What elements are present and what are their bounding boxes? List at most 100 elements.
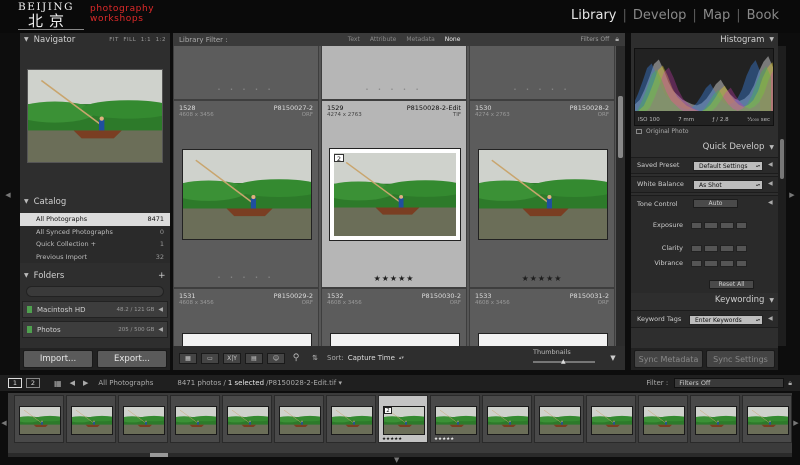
- original-photo-checkbox[interactable]: [636, 129, 642, 134]
- filmstrip-thumb[interactable]: [14, 395, 64, 443]
- grid-cell[interactable]: 1531 P8150029-2 4608 x 3456 ORF: [173, 288, 319, 346]
- drive-item[interactable]: Photos 205 / 500 GB ◀: [22, 321, 168, 338]
- filmstrip-thumb[interactable]: [326, 395, 376, 443]
- exposure-steppers[interactable]: [691, 222, 747, 229]
- expand-triangle-icon[interactable]: ◀: [768, 199, 773, 206]
- catalog-item[interactable]: All Synced Photographs 0: [20, 225, 170, 238]
- forward-arrow-icon[interactable]: ▶: [83, 379, 88, 387]
- filmstrip-right-arrow-icon[interactable]: ▶: [792, 395, 800, 450]
- filmstrip-thumbnail[interactable]: [539, 406, 581, 435]
- grid-scrollbar[interactable]: [616, 46, 625, 346]
- star-rating[interactable]: ★★★★★: [322, 274, 466, 283]
- filmstrip-thumb[interactable]: [222, 395, 272, 443]
- grid-view-icon[interactable]: ▦: [179, 352, 197, 364]
- star-rating[interactable]: ★★★★★: [470, 274, 614, 283]
- grid-cell-partial[interactable]: • • • • •: [173, 46, 319, 100]
- filmstrip-thumb[interactable]: [274, 395, 324, 443]
- filmstrip-toggle-icon[interactable]: ▼: [394, 456, 399, 464]
- zoom-1-1[interactable]: 1:1: [141, 37, 151, 43]
- selected-filename[interactable]: /P8150028-2-Edit.tif ▾: [266, 379, 342, 387]
- keyword-tags-select[interactable]: Enter Keywords: [689, 315, 763, 325]
- sync-settings-button[interactable]: Sync Settings: [706, 350, 775, 368]
- filmstrip-thumbnail[interactable]: [71, 406, 113, 435]
- filmstrip-thumb[interactable]: [118, 395, 168, 443]
- reset-all-button[interactable]: Reset All: [709, 280, 754, 289]
- spray-can-icon[interactable]: ⚲: [289, 353, 303, 363]
- grid-cell-partial[interactable]: • • • • •: [321, 46, 467, 100]
- catalog-item[interactable]: All Photographs 8471: [20, 213, 170, 226]
- page-1-button[interactable]: 1: [8, 378, 22, 388]
- right-scrollbar-thumb[interactable]: [780, 139, 784, 179]
- filter-lock-icon[interactable]: 🔒︎: [615, 35, 619, 44]
- catalog-item[interactable]: Quick Collection + 1: [20, 238, 170, 251]
- sort-direction-icon[interactable]: ⇅: [307, 354, 323, 362]
- rating-dots[interactable]: • • • • •: [174, 275, 318, 281]
- page-2-button[interactable]: 2: [26, 378, 40, 388]
- filter-status[interactable]: Filters Off: [581, 36, 610, 43]
- original-photo-toggle[interactable]: Original Photo: [636, 128, 689, 135]
- folders-header[interactable]: ▼ Folders +: [20, 269, 170, 282]
- filmstrip-thumb[interactable]: [482, 395, 532, 443]
- filmstrip-thumb[interactable]: [66, 395, 116, 443]
- export-button[interactable]: Export...: [97, 350, 167, 368]
- histogram[interactable]: ISO 100 7 mm ƒ / 2.8 ¹⁄₁₀₀₀ sec: [634, 48, 774, 126]
- filter-tab-text[interactable]: Text: [343, 36, 365, 43]
- filmstrip-thumbnail[interactable]: [123, 406, 165, 435]
- expand-triangle-icon[interactable]: ◀: [768, 315, 773, 322]
- grid-cell[interactable]: 1529 P8150028-2-Edit 4274 x 2763 TIF 2 ★★★★★: [321, 100, 467, 288]
- filmstrip-thumbnail[interactable]: [227, 406, 269, 435]
- folder-search-input[interactable]: [26, 286, 164, 297]
- toolbar-menu-chevron-icon[interactable]: ▼: [607, 354, 619, 362]
- histogram-header[interactable]: Histogram ▼: [631, 33, 778, 46]
- stack-badge[interactable]: 2: [384, 407, 392, 414]
- filmstrip-source[interactable]: All Photographs: [98, 379, 153, 387]
- people-view-icon[interactable]: ☺: [267, 352, 285, 364]
- cell-thumbnail[interactable]: [330, 333, 460, 346]
- expand-triangle-icon[interactable]: ◀: [158, 306, 163, 313]
- filmstrip-thumb[interactable]: [690, 395, 740, 443]
- filmstrip-thumb[interactable]: [534, 395, 584, 443]
- filmstrip-thumbnail[interactable]: [695, 406, 737, 435]
- filmstrip-thumbnail[interactable]: [175, 406, 217, 435]
- stack-badge[interactable]: 2: [334, 154, 344, 163]
- cell-thumbnail[interactable]: [478, 149, 608, 240]
- cell-thumbnail[interactable]: [478, 333, 608, 346]
- expand-triangle-icon[interactable]: ◀: [768, 180, 773, 187]
- module-book[interactable]: Book: [741, 8, 785, 23]
- right-panel-toggle-icon[interactable]: ▶: [788, 160, 796, 230]
- filmstrip-filter-select[interactable]: Filters Off: [674, 378, 785, 388]
- filter-tab-metadata[interactable]: Metadata: [401, 36, 439, 43]
- filmstrip-scrollbar-thumb[interactable]: [150, 453, 168, 457]
- filmstrip-thumbnail[interactable]: [591, 406, 633, 435]
- filmstrip-thumb[interactable]: [170, 395, 220, 443]
- filmstrip-thumbnail[interactable]: [643, 406, 685, 435]
- grid-cell-partial[interactable]: • • • • •: [469, 46, 615, 100]
- catalog-header[interactable]: ▼ Catalog: [20, 195, 170, 208]
- filmstrip-thumbnail[interactable]: [19, 406, 61, 435]
- grid-cell[interactable]: 1533 P8150031-2 4608 x 3456 ORF: [469, 288, 615, 346]
- sort-chevron-icon[interactable]: ▴▾: [399, 355, 404, 361]
- drive-item[interactable]: Macintosh HD 48.2 / 121 GB ◀: [22, 301, 168, 318]
- zoom-fit[interactable]: FIT: [109, 37, 119, 43]
- cell-thumbnail[interactable]: [182, 149, 312, 240]
- sort-select[interactable]: Capture Time: [348, 354, 395, 362]
- saved-preset-select[interactable]: Default Settings: [693, 161, 763, 171]
- filmstrip-thumb[interactable]: [742, 395, 792, 443]
- filter-tab-attribute[interactable]: Attribute: [365, 36, 402, 43]
- filter-tab-none[interactable]: None: [440, 36, 466, 43]
- quick-develop-header[interactable]: Quick Develop ▼: [631, 140, 778, 154]
- navigator-zoom-options[interactable]: FIT FILL 1:1 1:2: [109, 37, 166, 43]
- add-folder-icon[interactable]: +: [158, 271, 166, 281]
- navigator-preview[interactable]: [20, 46, 170, 186]
- filmstrip-scrollbar[interactable]: [8, 453, 792, 457]
- expand-triangle-icon[interactable]: ◀: [768, 161, 773, 168]
- back-arrow-icon[interactable]: ◀: [70, 379, 75, 387]
- filmstrip-thumb[interactable]: [638, 395, 688, 443]
- auto-tone-button[interactable]: Auto: [693, 199, 738, 208]
- grid-icon[interactable]: ▦: [54, 379, 62, 388]
- grid-scrollbar-thumb[interactable]: [618, 96, 623, 158]
- filmstrip-thumbnail[interactable]: [279, 406, 321, 435]
- expand-triangle-icon[interactable]: ◀: [158, 326, 163, 333]
- filmstrip-thumb[interactable]: 2 ★★★★★: [378, 395, 428, 443]
- clarity-steppers[interactable]: [691, 245, 747, 252]
